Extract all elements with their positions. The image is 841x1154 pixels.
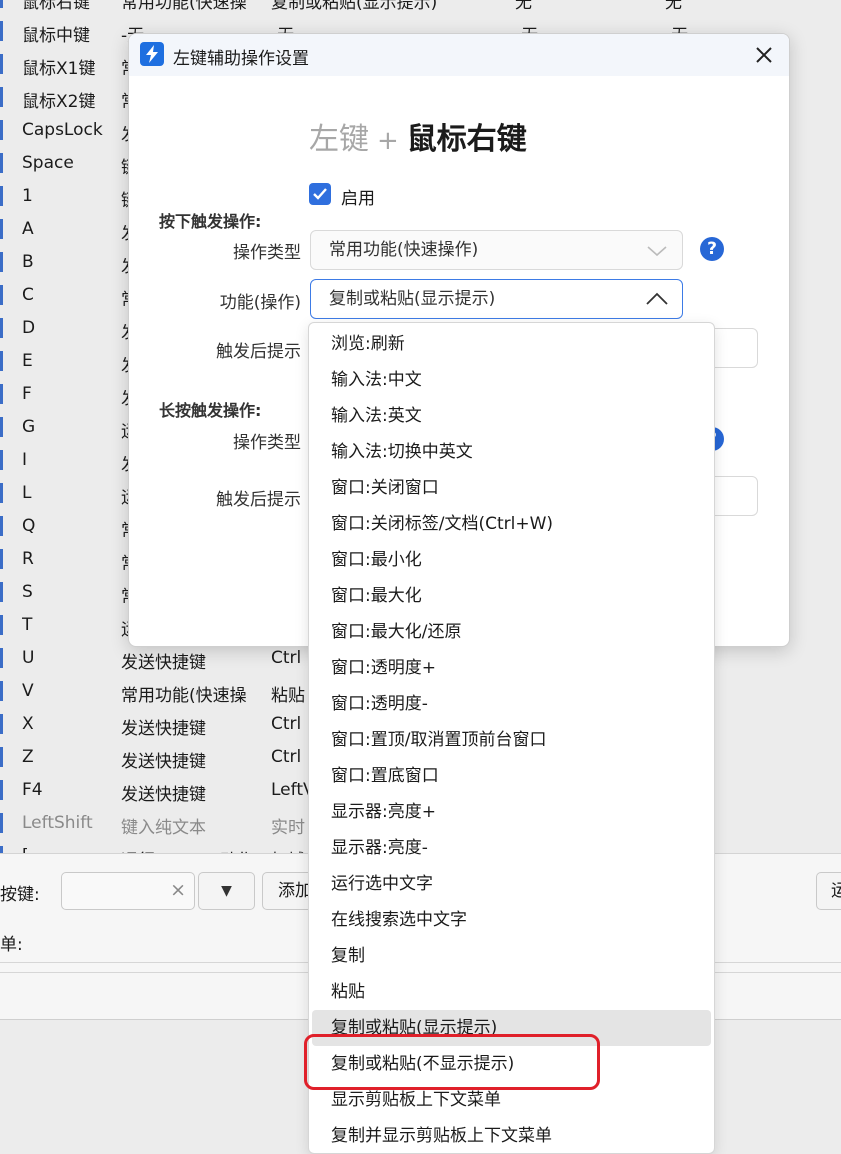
table-row[interactable]: 鼠标右键 常用功能(快速操 复制或粘贴(显示提示) 无 无 xyxy=(0,0,841,15)
table-cell: 发送快捷键 xyxy=(121,752,206,772)
dropdown-option[interactable]: 复制并显示剪贴板上下文菜单 xyxy=(312,1118,711,1153)
table-cell: CapsLock xyxy=(22,120,103,140)
function-dropdown-list: 浏览:刷新 输入法:中文 输入法:英文 输入法:切换中英文 窗口:关闭窗口 窗口:关闭标签… xyxy=(308,322,715,1154)
table-cell: 常用功能(快速操 xyxy=(121,0,247,13)
dropdown-option[interactable]: 窗口:透明度+ xyxy=(312,650,711,686)
dropdown-option[interactable]: 窗口:最大化 xyxy=(312,578,711,614)
dropdown-options: 浏览:刷新 输入法:中文 输入法:英文 输入法:切换中英文 窗口:关闭窗口 窗口:关闭标签… xyxy=(309,323,714,1153)
enable-label[interactable]: 启用 xyxy=(341,184,375,209)
table-cell: Q xyxy=(22,516,36,536)
table-cell: 鼠标X1键 xyxy=(22,59,96,79)
chevron-down-icon xyxy=(647,246,667,257)
function-value: 复制或粘贴(显示提示) xyxy=(329,289,496,309)
table-cell: F xyxy=(22,384,32,404)
right-button[interactable]: 运 xyxy=(816,872,841,910)
dropdown-option[interactable]: 复制或粘贴(不显示提示) xyxy=(312,1046,711,1082)
dropdown-option[interactable]: 窗口:最小化 xyxy=(312,542,711,578)
table-cell: A xyxy=(22,219,34,239)
dropdown-option[interactable]: 输入法:中文 xyxy=(312,362,711,398)
dropdown-option[interactable]: 输入法:切换中英文 xyxy=(312,434,711,470)
dropdown-option[interactable]: 粘贴 xyxy=(312,974,711,1010)
heading-left-key: 左键 xyxy=(309,122,369,157)
table-cell: S xyxy=(22,582,33,602)
clear-icon[interactable]: × xyxy=(170,879,186,901)
table-cell: V xyxy=(22,681,34,701)
long-after-tip-label: 触发后提示 xyxy=(216,490,301,510)
long-press-section-title: 长按触发操作: xyxy=(159,401,262,420)
table-cell: G xyxy=(22,417,36,437)
table-cell: 鼠标中键 xyxy=(22,26,90,46)
table-cell: 发送快捷键 xyxy=(121,653,206,673)
dropdown-option[interactable]: 窗口:置顶/取消置顶前台窗口 xyxy=(312,722,711,758)
dropdown-option[interactable]: 显示剪贴板上下文菜单 xyxy=(312,1082,711,1118)
after-tip-label: 触发后提示 xyxy=(216,342,301,362)
dropdown-option[interactable]: 窗口:关闭标签/文档(Ctrl+W) xyxy=(312,506,711,542)
dropdown-option[interactable]: 浏览:刷新 xyxy=(312,326,711,362)
key-label: 按键: xyxy=(0,885,40,905)
table-cell: 发送快捷键 xyxy=(121,785,206,805)
heading-right-key: 鼠标右键 xyxy=(406,122,527,157)
table-cell: X xyxy=(22,714,34,734)
table-cell: 复制或粘贴(显示提示) xyxy=(271,0,438,13)
table-cell: T xyxy=(22,615,33,635)
key-combo-box[interactable]: × xyxy=(61,872,195,910)
table-cell: 1 xyxy=(22,186,33,206)
table-cell: LeftShift xyxy=(22,813,93,833)
table-cell: 键入纯文本 xyxy=(121,818,206,838)
key-dropdown-button[interactable]: ▼ xyxy=(198,872,255,910)
page-title: 左键 + 鼠标右键 xyxy=(309,114,527,158)
help-icon[interactable]: ? xyxy=(700,237,724,261)
table-cell: 常用功能(快速操 xyxy=(121,686,247,706)
table-cell: E xyxy=(22,351,33,371)
dropdown-option[interactable]: 在线搜索选中文字 xyxy=(312,902,711,938)
dropdown-option[interactable]: 窗口:透明度- xyxy=(312,686,711,722)
close-icon[interactable] xyxy=(749,40,779,70)
op-type-select[interactable]: 常用功能(快速操作) xyxy=(310,230,683,270)
heading-plus: + xyxy=(377,126,399,156)
quicker-app-icon xyxy=(140,42,164,66)
enable-checkbox[interactable] xyxy=(309,183,331,205)
dropdown-option[interactable]: 输入法:英文 xyxy=(312,398,711,434)
table-cell: L xyxy=(22,483,32,503)
table-cell: B xyxy=(22,252,34,272)
dropdown-option[interactable]: 复制 xyxy=(312,938,711,974)
press-section-title: 按下触发操作: xyxy=(159,212,262,231)
dialog-titlebar: 左键辅助操作设置 xyxy=(129,34,789,76)
table-cell: 无 xyxy=(665,0,682,13)
table-cell: 发送快捷键 xyxy=(121,719,206,739)
table-cell: Z xyxy=(22,747,34,767)
op-type-value: 常用功能(快速操作) xyxy=(329,240,479,260)
function-label: 功能(操作) xyxy=(219,293,301,313)
dropdown-option[interactable]: 窗口:置底窗口 xyxy=(312,758,711,794)
dropdown-option[interactable]: 显示器:亮度+ xyxy=(312,794,711,830)
table-cell: 鼠标X2键 xyxy=(22,92,96,112)
table-cell: Space xyxy=(22,153,74,173)
table-cell: R xyxy=(22,549,34,569)
chevron-up-icon xyxy=(646,292,668,305)
list-label: 单: xyxy=(0,935,23,955)
table-cell: 鼠标右键 xyxy=(22,0,90,13)
table-cell: F4 xyxy=(22,780,43,800)
dialog-title: 左键辅助操作设置 xyxy=(173,49,309,69)
table-cell: C xyxy=(22,285,34,305)
function-select[interactable]: 复制或粘贴(显示提示) xyxy=(310,279,683,319)
table-cell: 无 xyxy=(515,0,532,13)
long-op-type-label: 操作类型 xyxy=(233,433,301,453)
dropdown-option[interactable]: 窗口:关闭窗口 xyxy=(312,470,711,506)
table-cell: I xyxy=(22,450,28,470)
dropdown-option[interactable]: 窗口:最大化/还原 xyxy=(312,614,711,650)
dropdown-option[interactable]: 显示器:亮度- xyxy=(312,830,711,866)
op-type-label: 操作类型 xyxy=(233,243,301,263)
table-cell: U xyxy=(22,648,35,668)
dropdown-option[interactable]: 运行选中文字 xyxy=(312,866,711,902)
table-cell: D xyxy=(22,318,36,338)
dropdown-option[interactable]: 复制或粘贴(显示提示) xyxy=(312,1010,711,1046)
